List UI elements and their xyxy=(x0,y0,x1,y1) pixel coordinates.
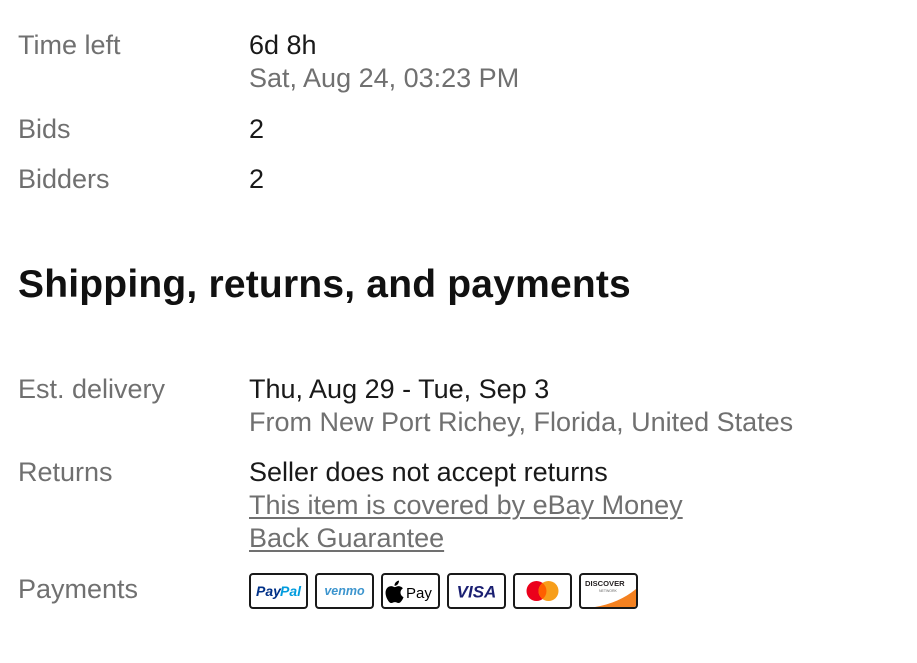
svg-text:NETWORK: NETWORK xyxy=(599,589,618,593)
returns-policy: Seller does not accept returns xyxy=(249,457,608,487)
visa-icon: VISA xyxy=(447,573,506,609)
time-left-value: 6d 8h xyxy=(249,30,317,60)
time-left-row: Time left 6d 8h Sat, Aug 24, 03:23 PM xyxy=(18,28,917,95)
payments-value-group: Pay Pal venmo Pay VISA DISCOVER NETWORK xyxy=(249,570,917,609)
discover-icon: DISCOVER NETWORK xyxy=(579,573,638,609)
delivery-dates: Thu, Aug 29 - Tue, Sep 3 xyxy=(249,374,550,404)
svg-text:Pal: Pal xyxy=(280,583,302,599)
bids-row: Bids 2 xyxy=(18,112,917,146)
svg-text:DISCOVER: DISCOVER xyxy=(585,579,625,588)
venmo-icon: venmo xyxy=(315,573,374,609)
bidders-row: Bidders 2 xyxy=(18,162,917,196)
returns-row: Returns Seller does not accept returns T… xyxy=(18,455,917,555)
payments-row: Payments Pay Pal venmo Pay VISA DISCOVER… xyxy=(18,570,917,609)
payment-methods-list: Pay Pal venmo Pay VISA DISCOVER NETWORK xyxy=(249,573,917,609)
delivery-value-group: Thu, Aug 29 - Tue, Sep 3 From New Port R… xyxy=(249,372,917,439)
time-left-value-group: 6d 8h Sat, Aug 24, 03:23 PM xyxy=(249,28,917,95)
svg-text:VISA: VISA xyxy=(457,583,497,602)
svg-text:venmo: venmo xyxy=(324,584,365,598)
time-left-label: Time left xyxy=(18,30,121,60)
bidders-value[interactable]: 2 xyxy=(249,162,917,196)
apple-pay-icon: Pay xyxy=(381,573,440,609)
delivery-label: Est. delivery xyxy=(18,374,166,404)
payments-label: Payments xyxy=(18,574,139,604)
auction-end-time: Sat, Aug 24, 03:23 PM xyxy=(249,63,520,93)
svg-text:Pay: Pay xyxy=(406,585,432,602)
bids-label: Bids xyxy=(18,114,71,144)
svg-text:Pay: Pay xyxy=(256,583,282,599)
money-back-guarantee-link[interactable]: This item is covered by eBay Money Back … xyxy=(249,489,729,555)
returns-label: Returns xyxy=(18,457,113,487)
delivery-row: Est. delivery Thu, Aug 29 - Tue, Sep 3 F… xyxy=(18,372,917,439)
section-title: Shipping, returns, and payments xyxy=(18,263,631,306)
item-details-panel: Time left 6d 8h Sat, Aug 24, 03:23 PM Bi… xyxy=(0,0,917,663)
bids-value[interactable]: 2 xyxy=(249,112,917,146)
paypal-icon: Pay Pal xyxy=(249,573,308,609)
bidders-label: Bidders xyxy=(18,164,110,194)
mastercard-icon xyxy=(513,573,572,609)
returns-value-group: Seller does not accept returns This item… xyxy=(249,455,917,555)
shipping-origin: From New Port Richey, Florida, United St… xyxy=(249,407,794,437)
